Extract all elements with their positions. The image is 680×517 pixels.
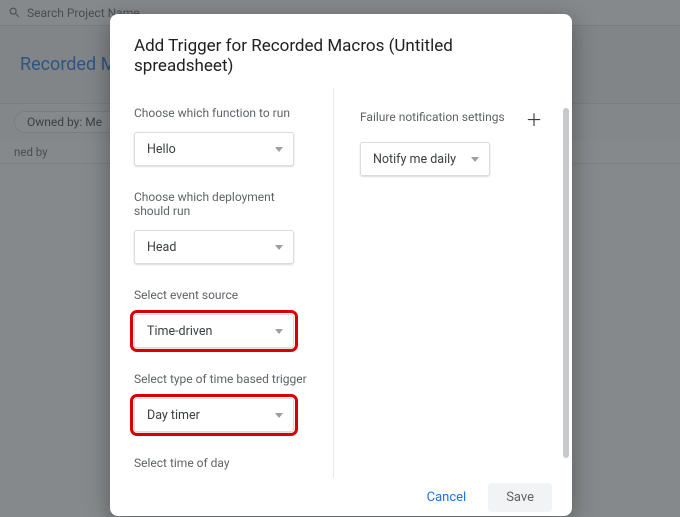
chevron-down-icon	[275, 329, 283, 334]
dialog-footer: Cancel Save	[110, 478, 572, 516]
failure-notification-select[interactable]: Notify me daily	[360, 142, 490, 176]
dialog-scrollbar[interactable]	[563, 108, 569, 458]
trigger-type-select-value: Day timer	[147, 408, 200, 423]
function-label: Choose which function to run	[134, 106, 311, 120]
time-of-day-label: Select time of day	[134, 456, 311, 470]
dialog-left-column: Choose which function to run Hello Choos…	[134, 88, 334, 478]
function-select[interactable]: Hello	[134, 132, 294, 166]
deployment-select-value: Head	[147, 240, 176, 255]
event-source-select-value: Time-driven	[147, 324, 212, 339]
failure-notification-value: Notify me daily	[373, 152, 456, 167]
plus-icon: ＋	[526, 106, 543, 131]
add-trigger-dialog: Add Trigger for Recorded Macros (Untitle…	[110, 14, 572, 516]
function-select-value: Hello	[147, 142, 176, 157]
dialog-right-column: Failure notification settings ＋ Notify m…	[334, 88, 564, 478]
chevron-down-icon	[275, 413, 283, 418]
dialog-body: Choose which function to run Hello Choos…	[110, 88, 572, 478]
chevron-down-icon	[471, 157, 479, 162]
save-button[interactable]: Save	[488, 483, 552, 512]
deployment-label: Choose which deployment should run	[134, 190, 311, 218]
chevron-down-icon	[275, 245, 283, 250]
chevron-down-icon	[275, 147, 283, 152]
add-notification-button[interactable]: ＋	[523, 106, 545, 128]
trigger-type-select[interactable]: Day timer	[134, 398, 294, 432]
failure-notification-label: Failure notification settings	[360, 110, 505, 124]
deployment-select[interactable]: Head	[134, 230, 294, 264]
event-source-label: Select event source	[134, 288, 311, 302]
cancel-button[interactable]: Cancel	[419, 483, 475, 512]
trigger-type-label: Select type of time based trigger	[134, 372, 311, 386]
dialog-title: Add Trigger for Recorded Macros (Untitle…	[110, 14, 572, 88]
event-source-select[interactable]: Time-driven	[134, 314, 294, 348]
